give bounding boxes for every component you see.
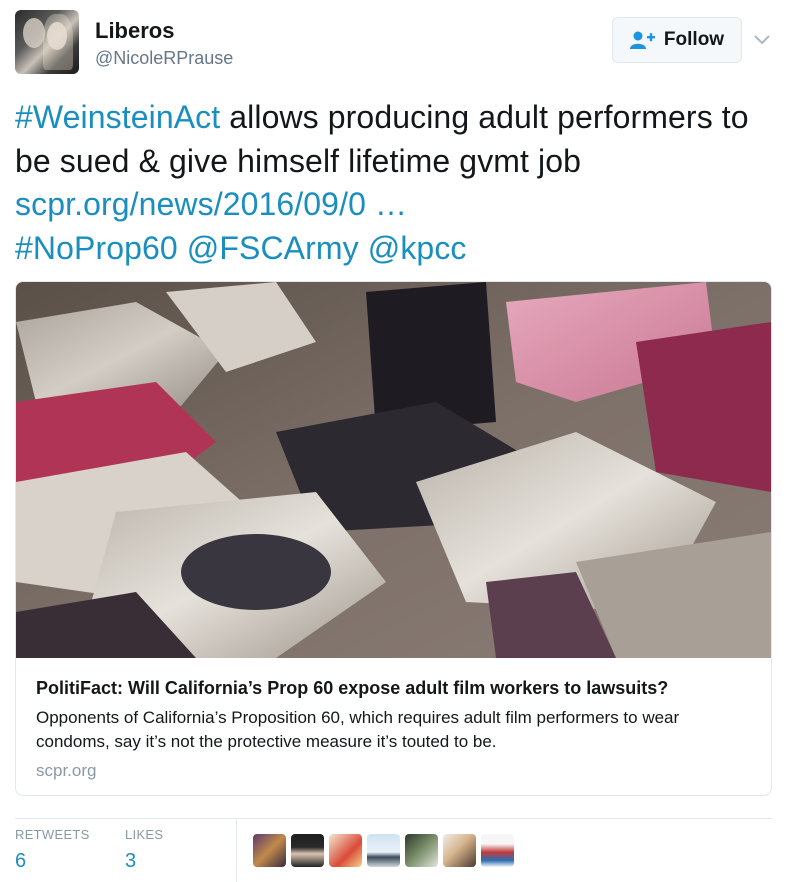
follow-label: Follow <box>663 29 725 50</box>
display-name[interactable]: Liberos <box>95 18 174 44</box>
liker-avatar[interactable] <box>291 834 324 867</box>
add-user-icon <box>629 31 655 49</box>
retweets-count: 6 <box>15 850 27 872</box>
stats-divider <box>15 818 772 819</box>
tweet-url-link[interactable]: scpr.org/news/2016/09/0 … <box>15 186 407 222</box>
card-image[interactable] <box>16 282 771 658</box>
retweets-label: RETWEETS <box>15 827 90 842</box>
tweet-header: Liberos @NicoleRPrause Follow <box>15 10 775 76</box>
retweets-stat[interactable]: RETWEETS 6 <box>15 827 90 873</box>
card-title[interactable]: PolitiFact: Will California’s Prop 60 ex… <box>36 678 756 699</box>
card-description: Opponents of California’s Proposition 60… <box>36 708 680 751</box>
liker-avatar[interactable] <box>405 834 438 867</box>
liker-avatar[interactable] <box>329 834 362 867</box>
chevron-down-icon[interactable] <box>750 28 774 52</box>
avatar[interactable] <box>15 10 79 74</box>
mention-kpcc[interactable]: @kpcc <box>368 230 467 266</box>
liker-avatar[interactable] <box>443 834 476 867</box>
link-card[interactable]: PolitiFact: Will California’s Prop 60 ex… <box>15 281 772 796</box>
liker-avatar[interactable] <box>253 834 286 867</box>
liker-avatar[interactable] <box>481 834 514 867</box>
card-domain: scpr.org <box>36 761 97 780</box>
follow-button[interactable]: Follow <box>612 17 742 63</box>
liker-avatars <box>253 834 514 867</box>
user-handle[interactable]: @NicoleRPrause <box>95 48 233 69</box>
likes-stat[interactable]: LIKES 3 <box>125 827 163 873</box>
liker-avatar[interactable] <box>367 834 400 867</box>
tweet-text: #WeinsteinAct allows producing adult per… <box>15 96 775 270</box>
hashtag-weinsteinact[interactable]: #WeinsteinAct <box>15 99 220 135</box>
likes-count: 3 <box>125 850 137 872</box>
mention-fscarmy[interactable]: @FSCArmy <box>187 230 359 266</box>
hashtag-noprop60[interactable]: #NoProp60 <box>15 230 178 266</box>
stats-separator <box>236 819 237 882</box>
likes-label: LIKES <box>125 827 164 842</box>
